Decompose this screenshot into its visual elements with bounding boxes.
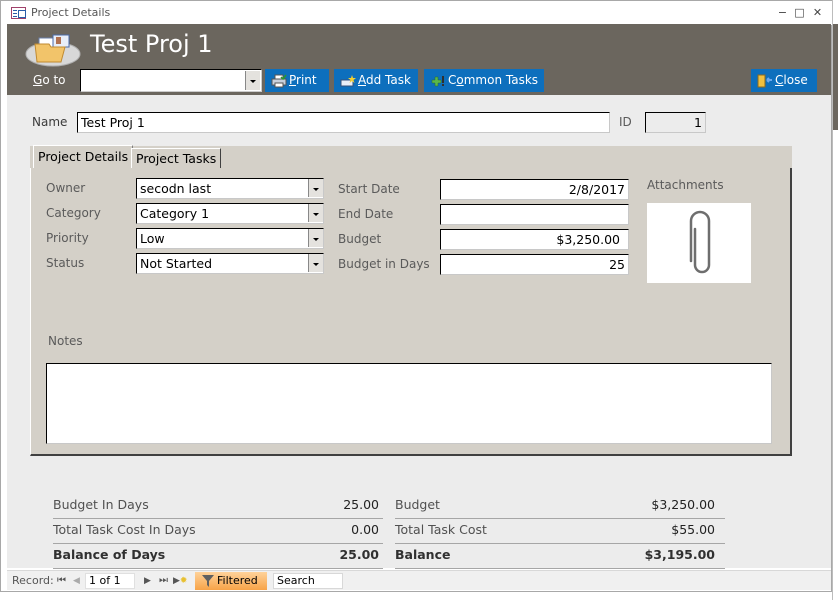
filter-label: Filtered: [217, 574, 258, 587]
summary-value: $3,250.00: [651, 497, 715, 512]
summary-label: Total Task Cost In Days: [53, 522, 196, 537]
form-icon: [11, 7, 26, 19]
summary-value: $3,195.00: [644, 547, 715, 562]
common-tasks-icon: [431, 75, 444, 86]
summary-row-balance: Balance $3,195.00: [395, 544, 725, 569]
dropdown-arrow-icon[interactable]: [308, 254, 323, 272]
start-date-field[interactable]: 2/8/2017: [440, 179, 629, 200]
status-label: Status: [46, 256, 85, 270]
summary-label: Balance of Days: [53, 547, 166, 562]
summary-value: 0.00: [351, 522, 379, 537]
filter-toggle-button[interactable]: Filtered: [195, 572, 267, 590]
first-record-button[interactable]: ⏮: [57, 574, 66, 588]
owner-combobox[interactable]: secodn last: [136, 178, 324, 199]
attachments-label: Attachments: [647, 178, 724, 192]
goto-combobox[interactable]: [80, 69, 262, 92]
form-title: Test Proj 1: [90, 30, 213, 58]
summary-label: Total Task Cost: [395, 522, 487, 537]
budget-days-field[interactable]: 25: [440, 254, 629, 275]
filter-funnel-icon: [202, 575, 214, 587]
owner-label: Owner: [46, 181, 86, 195]
search-input[interactable]: Search: [273, 573, 343, 589]
tab-project-details[interactable]: Project Details: [33, 145, 134, 169]
last-record-button[interactable]: ⏭: [159, 574, 168, 588]
notes-field[interactable]: [46, 363, 772, 444]
summary-row-balance-days: Balance of Days 25.00: [53, 544, 383, 569]
add-task-icon: [340, 74, 356, 86]
record-label: Record:: [12, 574, 54, 587]
summary-row-budget-days: Budget In Days 25.00: [53, 494, 383, 519]
budget-field[interactable]: $3,250.00: [440, 229, 629, 250]
dropdown-arrow-icon[interactable]: [308, 229, 323, 247]
dropdown-arrow-icon[interactable]: [245, 71, 260, 90]
start-date-label: Start Date: [338, 182, 400, 196]
status-value: Not Started: [140, 256, 213, 271]
form-header: Test Proj 1 Go to Print Add Task Common …: [7, 24, 831, 95]
category-label: Category: [46, 206, 101, 220]
folder-icon: [25, 34, 81, 67]
budget-label: Budget: [338, 232, 382, 246]
owner-value: secodn last: [140, 181, 212, 196]
summary-row-budget: Budget $3,250.00: [395, 494, 725, 519]
close-button[interactable]: Close: [751, 69, 817, 92]
printer-icon: [271, 74, 287, 87]
previous-record-button[interactable]: ◀: [73, 574, 80, 588]
notes-label: Notes: [48, 334, 83, 348]
window-bottom-border: [0, 591, 832, 599]
exit-door-icon: [757, 74, 772, 87]
minimize-button[interactable]: −: [776, 7, 789, 19]
common-tasks-button[interactable]: Common Tasks: [424, 69, 544, 92]
summary-row-task-cost: Total Task Cost $55.00: [395, 519, 725, 544]
status-combobox[interactable]: Not Started: [136, 253, 324, 274]
current-record-field[interactable]: 1 of 1: [85, 573, 135, 589]
priority-value: Low: [140, 231, 165, 246]
name-label: Name: [32, 115, 68, 129]
id-field: 1: [645, 112, 706, 133]
dropdown-arrow-icon[interactable]: [308, 204, 323, 222]
summary-row-task-cost-days: Total Task Cost In Days 0.00: [53, 519, 383, 544]
summary-label: Budget: [395, 497, 440, 512]
end-date-field[interactable]: [440, 204, 629, 225]
close-window-button[interactable]: ✕: [811, 7, 824, 19]
attachments-field[interactable]: [647, 203, 751, 283]
budget-days-label: Budget in Days: [338, 257, 430, 271]
paperclip-icon: [689, 210, 711, 274]
id-label: ID: [619, 115, 632, 129]
tab-project-tasks[interactable]: Project Tasks: [131, 148, 222, 168]
window-titlebar: Project Details − □ ✕: [1, 1, 833, 25]
dropdown-arrow-icon[interactable]: [308, 179, 323, 197]
window-title: Project Details: [31, 6, 111, 19]
background-window-edge: [832, 0, 838, 600]
restore-button[interactable]: □: [793, 7, 806, 19]
category-value: Category 1: [140, 206, 210, 221]
name-field[interactable]: Test Proj 1: [77, 112, 610, 133]
form-body: Name Test Proj 1 ID 1 Project Details Pr…: [7, 95, 831, 569]
next-record-button[interactable]: ▶: [144, 574, 151, 588]
goto-label: Go to: [33, 73, 66, 87]
summary-label: Budget In Days: [53, 497, 149, 512]
priority-label: Priority: [46, 231, 89, 245]
summary-value: 25.00: [339, 547, 379, 562]
category-combobox[interactable]: Category 1: [136, 203, 324, 224]
end-date-label: End Date: [338, 207, 394, 221]
priority-combobox[interactable]: Low: [136, 228, 324, 249]
tab-strip: Project Details Project Tasks: [30, 145, 792, 169]
summary-label: Balance: [395, 547, 451, 562]
new-record-button[interactable]: ▶✹: [173, 574, 187, 588]
print-button[interactable]: Print: [265, 69, 329, 92]
add-task-button[interactable]: Add Task: [334, 69, 418, 92]
record-navigation-bar: Record: ⏮ ◀ 1 of 1 ▶ ⏭ ▶✹ Filtered Searc…: [7, 570, 831, 590]
summary-value: $55.00: [671, 522, 715, 537]
summary-value: 25.00: [343, 497, 379, 512]
